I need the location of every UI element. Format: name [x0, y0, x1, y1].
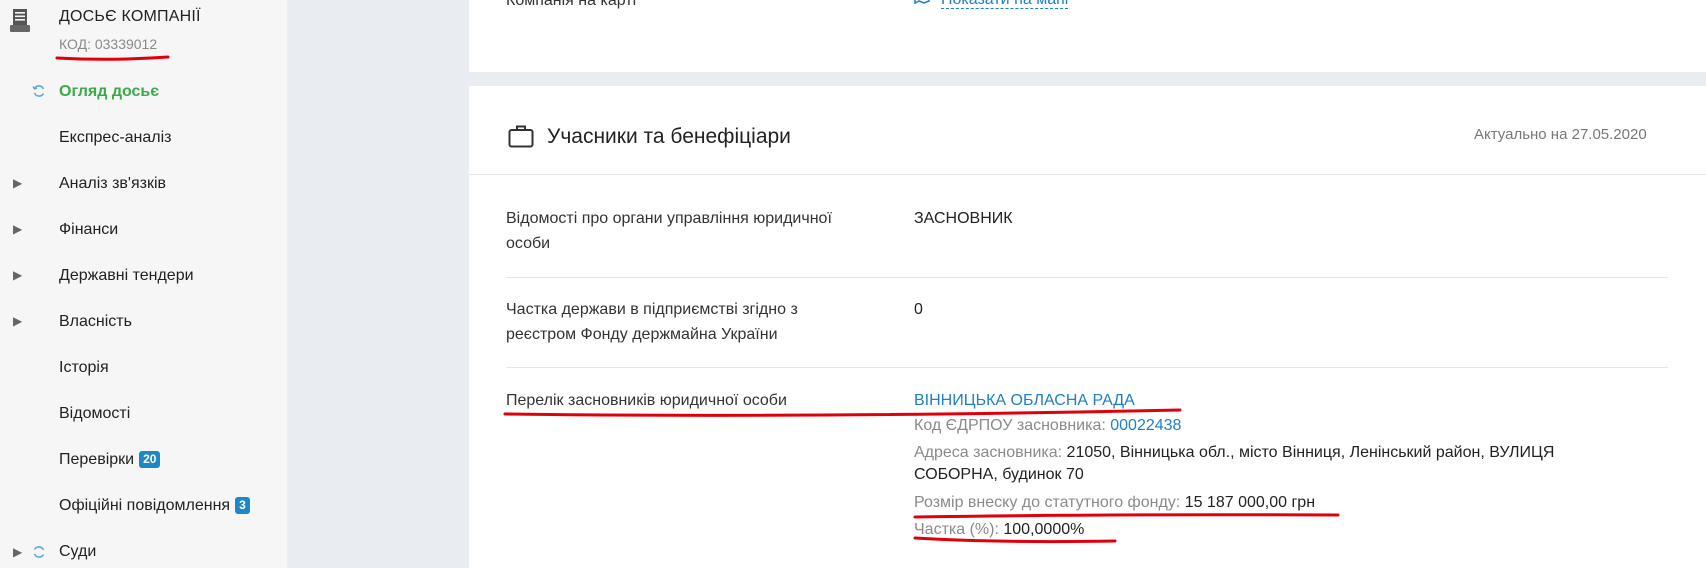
expand-arrow-icon[interactable]: ▶	[13, 545, 22, 559]
founder-contribution-line: Розмір внеску до статутного фонду: 15 18…	[914, 492, 1315, 514]
nav-courts[interactable]: Суди	[59, 543, 96, 561]
founder-address-line: Адреса засновника: 21050, Вінницька обл.…	[914, 442, 1554, 464]
show-on-map-link[interactable]: Показати на мапі	[941, 0, 1069, 9]
nav-history[interactable]: Історія	[59, 359, 109, 377]
refresh-icon	[32, 85, 45, 97]
expand-arrow-icon[interactable]: ▶	[13, 176, 22, 190]
nav-inspections-label: Перевірки	[59, 451, 135, 468]
founder-code-label: Код ЄДРПОУ засновника:	[914, 417, 1106, 434]
refresh-icon	[33, 546, 45, 558]
nav-records[interactable]: Відомості	[59, 405, 130, 423]
expand-arrow-icon[interactable]: ▶	[13, 314, 22, 328]
label-line: особи	[506, 235, 551, 252]
document-icon	[10, 9, 30, 32]
divider	[506, 367, 1668, 368]
actual-date: Актуально на 27.05.2020	[1474, 126, 1647, 143]
founders-list-label: Перелік засновників юридичної особи	[506, 392, 787, 409]
founder-share-line: Частка (%): 100,0000%	[914, 519, 1084, 541]
inspections-count-badge: 20	[139, 451, 161, 468]
label-line: реєстром Фонду держмайна України	[506, 326, 778, 343]
expand-arrow-icon[interactable]: ▶	[13, 268, 22, 282]
notices-count-badge: 3	[235, 497, 250, 514]
management-bodies-label: Відомості про органи управління юридично…	[506, 206, 886, 256]
company-code: КОД: 03339012	[59, 36, 158, 52]
state-share-label: Частка держави в підприємстві згідно з р…	[506, 297, 886, 347]
contribution-label: Розмір внеску до статутного фонду:	[914, 494, 1181, 511]
nav-connections-analysis[interactable]: Аналіз зв'язків	[59, 175, 166, 193]
label-line: Частка держави в підприємстві згідно з	[506, 301, 798, 318]
contribution-value: 15 187 000,00 грн	[1184, 494, 1316, 511]
share-value: 100,0000%	[1003, 521, 1085, 538]
sidebar: ДОСЬЄ КОМПАНІЇ КОД: 03339012 Огляд досьє…	[0, 0, 287, 568]
state-share-value: 0	[914, 301, 923, 318]
map-section	[469, 0, 1706, 72]
card-title: Учасники та бенефіціари	[547, 125, 791, 148]
nav-finance[interactable]: Фінанси	[59, 221, 118, 239]
divider	[506, 277, 1668, 278]
nav-state-tenders[interactable]: Державні тендери	[59, 267, 194, 285]
nav-official-notices-label: Офіційні повідомлення	[59, 497, 231, 514]
nav-inspections[interactable]: Перевірки 20	[59, 451, 161, 469]
founder-address-value: 21050, Вінницька обл., місто Вінниця, Ле…	[1066, 444, 1555, 461]
divider	[469, 174, 1706, 175]
founder-code-line: Код ЄДРПОУ засновника: 00022438	[914, 415, 1181, 437]
dossier-title: ДОСЬЄ КОМПАНІЇ	[59, 8, 201, 25]
share-label: Частка (%):	[914, 521, 999, 538]
founder-name[interactable]: ВІННИЦЬКА ОБЛАСНА РАДА	[914, 392, 1135, 409]
company-on-map-label: Компанія на карті	[506, 0, 637, 9]
founder-address-label: Адреса засновника:	[914, 444, 1063, 461]
expand-arrow-icon[interactable]: ▶	[13, 222, 22, 236]
founder-code-link[interactable]: 00022438	[1110, 417, 1181, 434]
briefcase-icon	[508, 125, 534, 148]
founder-address-line-2: СОБОРНА, будинок 70	[914, 466, 1084, 483]
nav-ownership[interactable]: Власність	[59, 313, 132, 331]
founder-name-link[interactable]: ВІННИЦЬКА ОБЛАСНА РАДА	[914, 388, 1135, 413]
map-icon	[914, 0, 930, 5]
nav-dossier-overview[interactable]: Огляд досьє	[59, 83, 159, 101]
label-line: Відомості про органи управління юридично…	[506, 210, 832, 227]
nav-official-notices[interactable]: Офіційні повідомлення 3	[59, 497, 250, 515]
nav-express-analysis[interactable]: Експрес-аналіз	[59, 129, 172, 147]
management-bodies-value: ЗАСНОВНИК	[914, 210, 1013, 227]
